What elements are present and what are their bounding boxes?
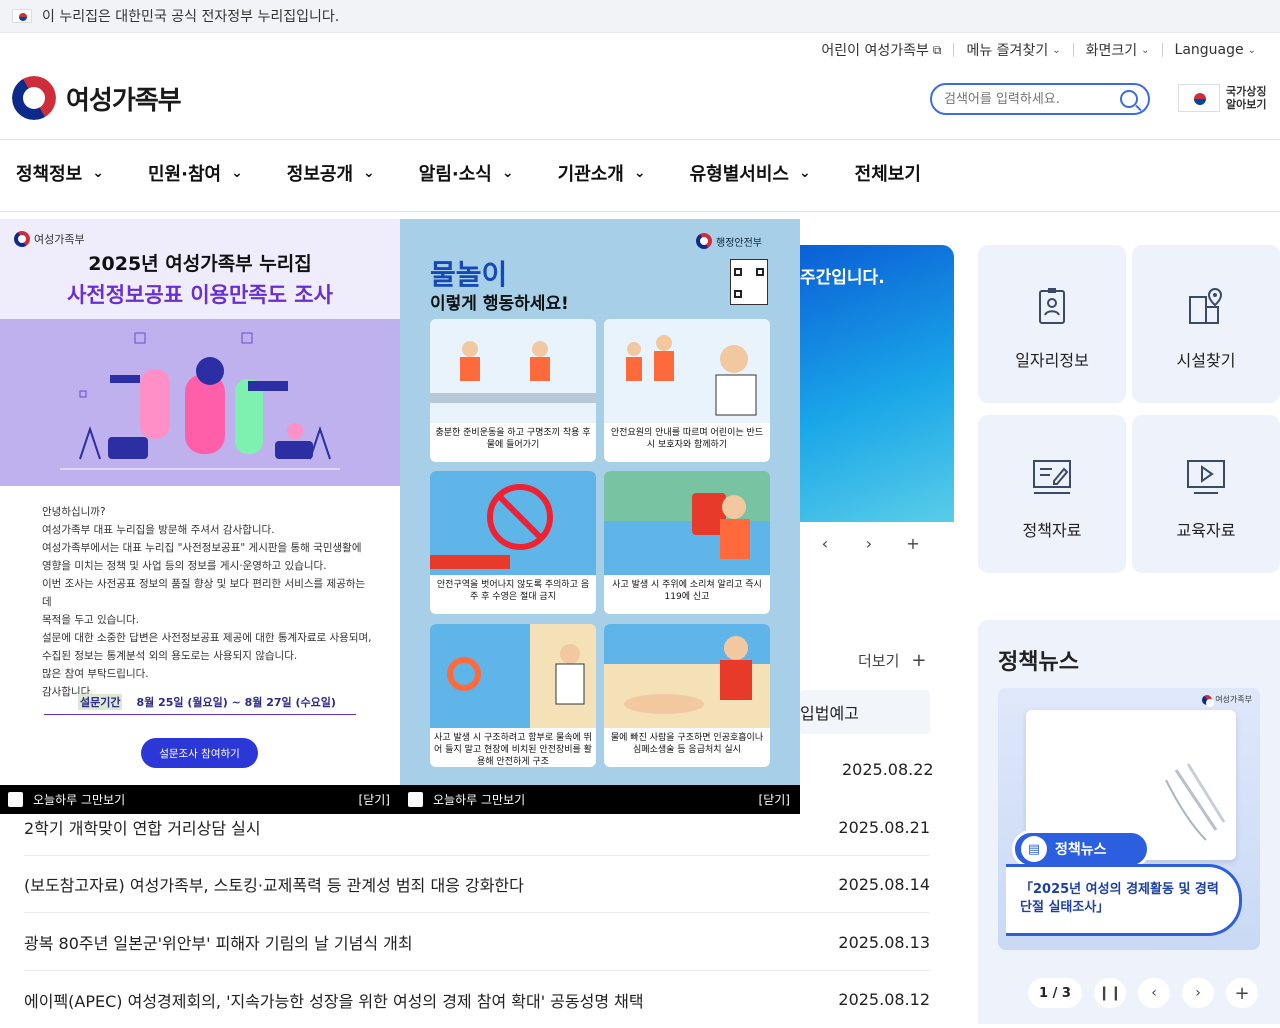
divider [0, 211, 1280, 212]
dont-show-today-checkbox[interactable] [408, 792, 423, 807]
search-icon[interactable] [1120, 90, 1138, 108]
survey-subtitle: 사전정보공표 이용만족도 조사 [67, 283, 333, 307]
search-input[interactable] [944, 91, 1104, 107]
location-building-icon [1184, 285, 1228, 329]
water-title: 물놀이 [430, 258, 508, 291]
policy-news-panel: 정책뉴스 여성가족부 ▤ 정책뉴스 「2025년 여성의 경제활동 및 경력단절… [978, 620, 1280, 1024]
quick-link-jobs[interactable]: 일자리정보 [978, 245, 1126, 403]
survey-popup-close-button[interactable]: [닫기] [359, 791, 390, 808]
org-label: 행정안전부 [696, 233, 762, 249]
nav-information-disclosure[interactable]: 정보공개 ⌄ [287, 160, 375, 186]
font-size-menu[interactable]: 화면크기 ⌄ [1074, 40, 1162, 60]
favorites-menu[interactable]: 메뉴 즐겨찾기 ⌄ [954, 40, 1072, 60]
language-menu[interactable]: Language ⌄ [1163, 42, 1268, 58]
safety-tip-card: 물에 빠진 사람을 구조하면 인공호흡이나 심폐소생술 등 응급처치 실시 [604, 624, 770, 767]
nav-civil-participation[interactable]: 민원·참여 ⌄ [148, 160, 243, 186]
chevron-down-icon: ⌄ [1141, 44, 1150, 56]
chevron-down-icon: ⌄ [231, 165, 243, 181]
more-button[interactable]: + [1226, 978, 1258, 1008]
board-row-date: 2025.08.22 [842, 760, 934, 779]
tab-legislative-notice[interactable]: 입법예고 [800, 690, 930, 734]
policy-news-title: 「2025년 여성의 경제활동 및 경력단절 실태조사」 [1006, 864, 1242, 936]
qr-code-icon [730, 259, 768, 305]
safety-tip-card: 사고 발생 시 구조하려고 함부로 물속에 뛰어 들지 말고 현장에 비치된 안… [430, 624, 596, 767]
hero-banner[interactable]: 주간입니다. [800, 245, 954, 522]
korea-flag-icon [12, 9, 32, 23]
national-symbol-link[interactable]: 국가상징 알아보기 [1178, 84, 1266, 112]
nav-services-by-type[interactable]: 유형별서비스 ⌄ [690, 160, 811, 186]
quick-link-facilities[interactable]: 시설찾기 [1132, 245, 1280, 403]
safety-tip-card: 사고 발생 시 주위에 소리쳐 알리고 즉시 119에 신고 [604, 471, 770, 614]
survey-illustration [0, 319, 400, 486]
news-icon: ▤ [1021, 836, 1047, 862]
government-emblem-icon [12, 76, 56, 120]
hero-controls: ‹ › + [808, 528, 930, 558]
nav-sitemap[interactable]: 전체보기 [855, 160, 921, 186]
nav-about[interactable]: 기관소개 ⌄ [558, 160, 646, 186]
survey-period: 설문기간 8월 25일 (월요일) ~ 8월 27일 (수요일) [44, 694, 356, 715]
survey-title: 2025년 여성가족부 누리집 [88, 253, 312, 275]
policy-news-card[interactable]: 여성가족부 ▤ 정책뉴스 「2025년 여성의 경제활동 및 경력단절 실태조사… [998, 688, 1260, 950]
korea-flag-icon [1178, 84, 1220, 112]
board-row[interactable]: 광복 80주년 일본군'위안부' 피해자 기림의 날 기념식 개최 2025.0… [24, 914, 930, 971]
government-emblem-icon [14, 231, 30, 247]
slide-counter: 1 / 3 [1028, 978, 1082, 1008]
water-popup-footer: 오늘하루 그만보기 [닫기] [400, 785, 800, 814]
survey-popup-footer: 오늘하루 그만보기 [닫기] [0, 785, 400, 814]
quick-link-education-materials[interactable]: 교육자료 [1132, 415, 1280, 573]
nav-news[interactable]: 알림·소식 ⌄ [419, 160, 514, 186]
plus-icon: + [911, 650, 927, 671]
chevron-down-icon: ⌄ [363, 165, 375, 181]
divider [0, 139, 1280, 140]
survey-popup: 여성가족부 2025년 여성가족부 누리집 사전정보공표 이용만족도 조사 안녕… [0, 219, 400, 815]
safety-tip-card: 안전요원의 안내를 따르며 어린이는 반드시 보호자와 함께하기 [604, 319, 770, 462]
dont-show-today-checkbox[interactable] [8, 792, 23, 807]
hero-more-button[interactable]: + [896, 528, 930, 558]
id-card-icon [1030, 285, 1074, 329]
government-emblem-icon [1202, 694, 1215, 707]
chevron-down-icon: ⌄ [798, 165, 811, 181]
utility-links: 어린이 여성가족부 ⧉ 메뉴 즐겨찾기 ⌄ 화면크기 ⌄ Language ⌄ [809, 40, 1268, 60]
survey-participate-button[interactable]: 설문조사 참여하기 [141, 738, 258, 768]
chevron-down-icon: ⌄ [633, 165, 646, 181]
water-safety-popup: 행정안전부 물놀이 이렇게 행동하세요! 충분한 준비운동을 하고 구명조끼 착… [400, 219, 800, 785]
gov-banner: 이 누리집은 대한민국 공식 전자정부 누리집입니다. [0, 0, 1280, 33]
water-subtitle: 이렇게 행동하세요! [430, 294, 569, 314]
video-play-icon [1184, 455, 1228, 499]
chevron-down-icon: ⌄ [501, 165, 514, 181]
safety-tip-card: 안전구역을 벗어나지 않도록 주의하고 음주 후 수영은 절대 금지 [430, 471, 596, 614]
chevron-down-icon: ⌄ [1052, 44, 1061, 56]
nav-policy-info[interactable]: 정책정보 ⌄ [16, 160, 104, 186]
site-logo[interactable]: 여성가족부 [12, 76, 182, 120]
safety-tip-card: 충분한 준비운동을 하고 구명조끼 착용 후 물에 들어가기 [430, 319, 596, 462]
main-nav: 정책정보 ⌄ 민원·참여 ⌄ 정보공개 ⌄ 알림·소식 ⌄ 기관소개 ⌄ 유형별서비스 ⌄ … [16, 160, 965, 186]
gov-banner-text[interactable]: 이 누리집은 대한민국 공식 전자정부 누리집입니다. [42, 6, 339, 26]
kids-site-link[interactable]: 어린이 여성가족부 ⧉ [809, 40, 953, 60]
quick-link-policy-materials[interactable]: 정책자료 [978, 415, 1126, 573]
document-edit-icon [1030, 455, 1074, 499]
water-popup-close-button[interactable]: [닫기] [759, 791, 790, 808]
search-box [930, 83, 1150, 115]
policy-news-badge: ▤ 정책뉴스 [1012, 830, 1150, 868]
policy-news-controls: 1 / 3 ❙❙ ‹ › + [1028, 978, 1258, 1008]
policy-news-heading: 정책뉴스 [998, 650, 1079, 675]
org-label: 여성가족부 [1202, 694, 1252, 707]
board-more-link[interactable]: 더보기 + [858, 650, 927, 671]
board-row[interactable]: (보도참고자료) 여성가족부, 스토킹·교제폭력 등 관계성 범죄 대응 강화한… [24, 856, 930, 913]
pause-button[interactable]: ❙❙ [1094, 978, 1126, 1008]
survey-body: 안녕하십니까? 여성가족부 대표 누리집을 방문해 주셔서 감사합니다. 여성가… [42, 506, 372, 698]
next-button[interactable]: › [1182, 978, 1214, 1008]
org-label: 여성가족부 [14, 231, 85, 247]
hero-next-button[interactable]: › [852, 528, 886, 558]
external-link-icon: ⧉ [932, 42, 942, 57]
hero-prev-button[interactable]: ‹ [808, 528, 842, 558]
chevron-down-icon: ⌄ [1247, 44, 1256, 56]
board-row[interactable]: 에이펙(APEC) 여성경제회의, '지속가능한 성장을 위한 여성의 경제 참… [24, 971, 930, 1028]
chevron-down-icon: ⌄ [92, 165, 104, 181]
prev-button[interactable]: ‹ [1138, 978, 1170, 1008]
government-emblem-icon [696, 233, 712, 249]
